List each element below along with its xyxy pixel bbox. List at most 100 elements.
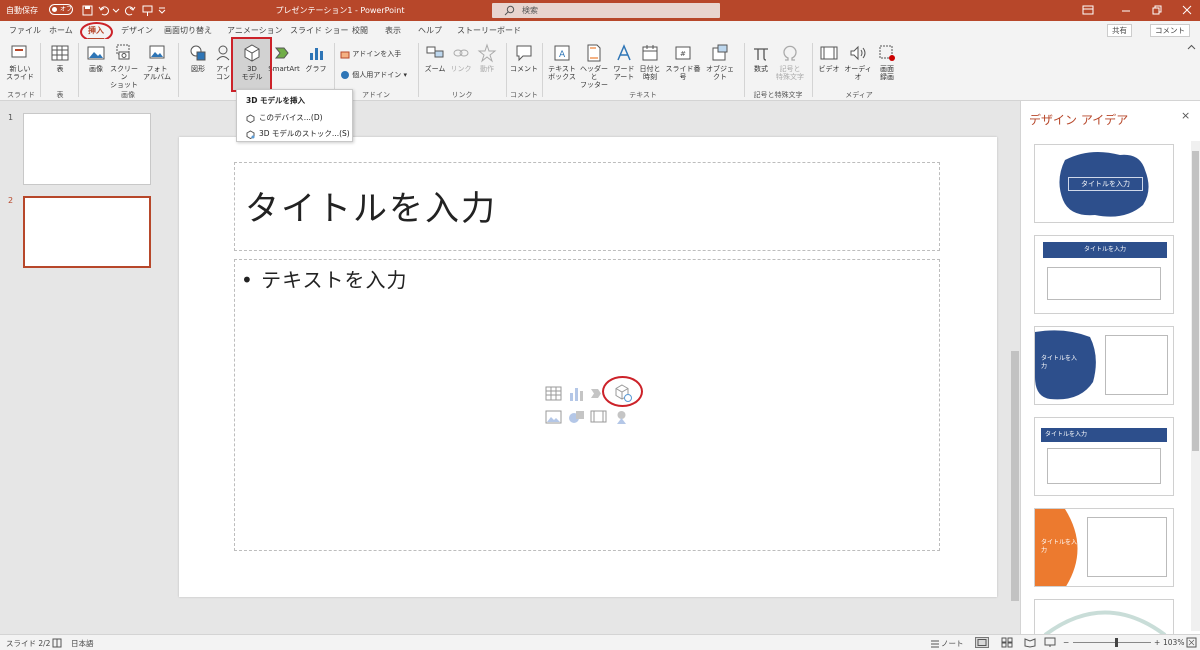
design-idea-1[interactable]: タイトルを入力 — [1034, 144, 1174, 223]
autosave-toggle[interactable]: オフ — [49, 4, 73, 15]
tab-home[interactable]: ホーム — [49, 25, 73, 36]
design-pane-scrollbar[interactable] — [1191, 141, 1200, 631]
close-pane-icon[interactable]: × — [1181, 109, 1190, 122]
group-label-comments: コメント — [510, 91, 538, 99]
search-box[interactable]: 検索 — [492, 3, 720, 18]
minimize-icon[interactable] — [1119, 3, 1133, 17]
zoom-button[interactable]: ズーム — [422, 43, 448, 73]
group-label-tables: 表 — [56, 91, 64, 99]
comment-button[interactable]: コメント — [1150, 24, 1190, 37]
shapes-label: 図形 — [191, 65, 205, 73]
tab-file[interactable]: ファイル — [9, 25, 41, 36]
tab-transitions[interactable]: 画面切り替え — [164, 25, 212, 36]
insert-stock-images-icon[interactable] — [568, 408, 585, 425]
insert-icons-icon[interactable] — [613, 408, 630, 425]
link-button[interactable]: リンク — [448, 43, 474, 73]
insert-chart-icon[interactable] — [568, 385, 585, 402]
design-idea-6[interactable] — [1034, 599, 1174, 634]
tab-storyboard[interactable]: ストーリーボード — [457, 25, 521, 36]
normal-view-icon[interactable] — [975, 637, 989, 648]
tab-design[interactable]: デザイン — [121, 25, 153, 36]
redo-icon[interactable] — [123, 4, 136, 17]
design-idea-5[interactable]: タイトルを入力 — [1034, 508, 1174, 587]
audio-button[interactable]: オーディオ — [842, 43, 874, 81]
slide-vertical-scrollbar[interactable] — [1010, 101, 1020, 634]
close-icon[interactable] — [1180, 3, 1194, 17]
textbox-button[interactable]: A テキスト ボックス — [546, 43, 578, 81]
zoom-slider[interactable] — [1073, 642, 1151, 643]
action-button[interactable]: 動作 — [474, 43, 500, 73]
photo-album-button[interactable]: フォト アルバム — [141, 43, 173, 81]
fit-to-window-icon[interactable] — [1186, 637, 1197, 648]
shapes-button[interactable]: 図形 — [184, 43, 212, 73]
comment-insert-button[interactable]: コメント — [510, 43, 538, 73]
wordart-button[interactable]: ワード アート — [611, 43, 637, 81]
zoom-label: ズーム — [424, 65, 446, 73]
equation-button[interactable]: 数式 — [748, 43, 774, 73]
zoom-level[interactable]: 103% — [1163, 638, 1184, 647]
share-button[interactable]: 共有 — [1107, 24, 1132, 37]
presentation-start-icon[interactable] — [141, 4, 154, 17]
screen-record-button[interactable]: 画面 録画 — [874, 43, 900, 81]
design-idea-4[interactable]: タイトルを入力 — [1034, 417, 1174, 496]
header-footer-button[interactable]: ヘッダーと フッター — [577, 43, 611, 89]
collapse-ribbon-icon[interactable] — [1187, 43, 1196, 52]
reading-view-icon[interactable] — [1024, 637, 1036, 648]
scrollbar-thumb[interactable] — [1011, 351, 1019, 601]
tab-help[interactable]: ヘルプ — [418, 25, 442, 36]
textbox-icon: A — [554, 45, 570, 61]
image-button[interactable]: 画像 — [82, 43, 110, 73]
notes-button[interactable]: ノート — [941, 638, 964, 649]
get-addins-label: アドインを入手 — [352, 50, 402, 58]
insert-table-icon[interactable] — [545, 385, 562, 402]
slideshow-view-icon[interactable] — [1044, 637, 1056, 648]
spellcheck-icon[interactable] — [52, 638, 62, 648]
tab-review[interactable]: 校閲 — [352, 25, 368, 36]
arc-graphic — [1043, 610, 1167, 634]
calendar-icon — [642, 45, 658, 61]
design-scrollbar-thumb[interactable] — [1192, 151, 1199, 451]
save-icon[interactable] — [81, 4, 94, 17]
graph-button[interactable]: グラフ — [303, 43, 329, 73]
idea-4-title: タイトルを入力 — [1041, 428, 1167, 442]
table-button[interactable]: 表 — [46, 43, 74, 73]
insert-picture-icon[interactable] — [545, 408, 562, 425]
icons-button[interactable]: アイ コン — [213, 43, 233, 81]
textbox-label: テキスト ボックス — [548, 65, 576, 81]
restore-icon[interactable] — [1150, 3, 1164, 17]
undo-icon[interactable] — [98, 4, 111, 17]
screen-record-label: 画面 録画 — [880, 65, 894, 81]
tab-animations[interactable]: アニメーション — [227, 25, 283, 36]
object-button[interactable]: オブジェクト — [703, 43, 737, 81]
undo-dropdown-icon[interactable] — [112, 4, 120, 17]
title-placeholder[interactable]: タイトルを入力 — [234, 162, 940, 251]
menu-item-this-device[interactable]: このデバイス...(D) — [246, 112, 323, 123]
design-idea-3[interactable]: タイトルを入力 — [1034, 326, 1174, 405]
slide-thumbnail[interactable] — [23, 113, 151, 185]
slide-number-button[interactable]: # スライド番号 — [663, 43, 703, 81]
zoom-slider-thumb[interactable] — [1115, 638, 1118, 647]
content-placeholder[interactable]: • テキストを入力 — [234, 259, 940, 551]
language-indicator[interactable]: 日本語 — [71, 638, 94, 649]
design-idea-2[interactable]: タイトルを入力 — [1034, 235, 1174, 314]
photo-album-icon — [149, 45, 165, 59]
omega-icon — [783, 45, 797, 61]
tab-slideshow[interactable]: スライド ショー — [290, 25, 349, 36]
smartart-button[interactable]: SmartArt — [268, 43, 300, 73]
ribbon-display-icon[interactable] — [1081, 3, 1095, 17]
zoom-out-button[interactable]: − — [1063, 638, 1069, 647]
get-addins-button[interactable]: アドインを入手 — [340, 49, 401, 59]
datetime-button[interactable]: 日付と 時刻 — [637, 43, 663, 81]
my-addins-button[interactable]: 個人用アドイン ▾ — [340, 70, 407, 80]
slide-sorter-icon[interactable] — [1001, 637, 1013, 648]
menu-item-stock-3d[interactable]: 3D モデルのストック...(S) — [246, 128, 350, 139]
new-slide-button[interactable]: 新しい スライド — [4, 43, 36, 81]
zoom-in-button[interactable]: + — [1154, 638, 1160, 647]
video-button[interactable]: ビデオ — [816, 43, 842, 73]
customize-toolbar-icon[interactable] — [158, 4, 166, 17]
symbol-button[interactable]: 記号と 特殊文字 — [774, 43, 806, 81]
tab-view[interactable]: 表示 — [385, 25, 401, 36]
screenshot-button[interactable]: スクリーン ショット — [108, 43, 140, 89]
slide-thumbnail-selected[interactable] — [23, 196, 151, 268]
insert-video-icon[interactable] — [590, 408, 607, 425]
